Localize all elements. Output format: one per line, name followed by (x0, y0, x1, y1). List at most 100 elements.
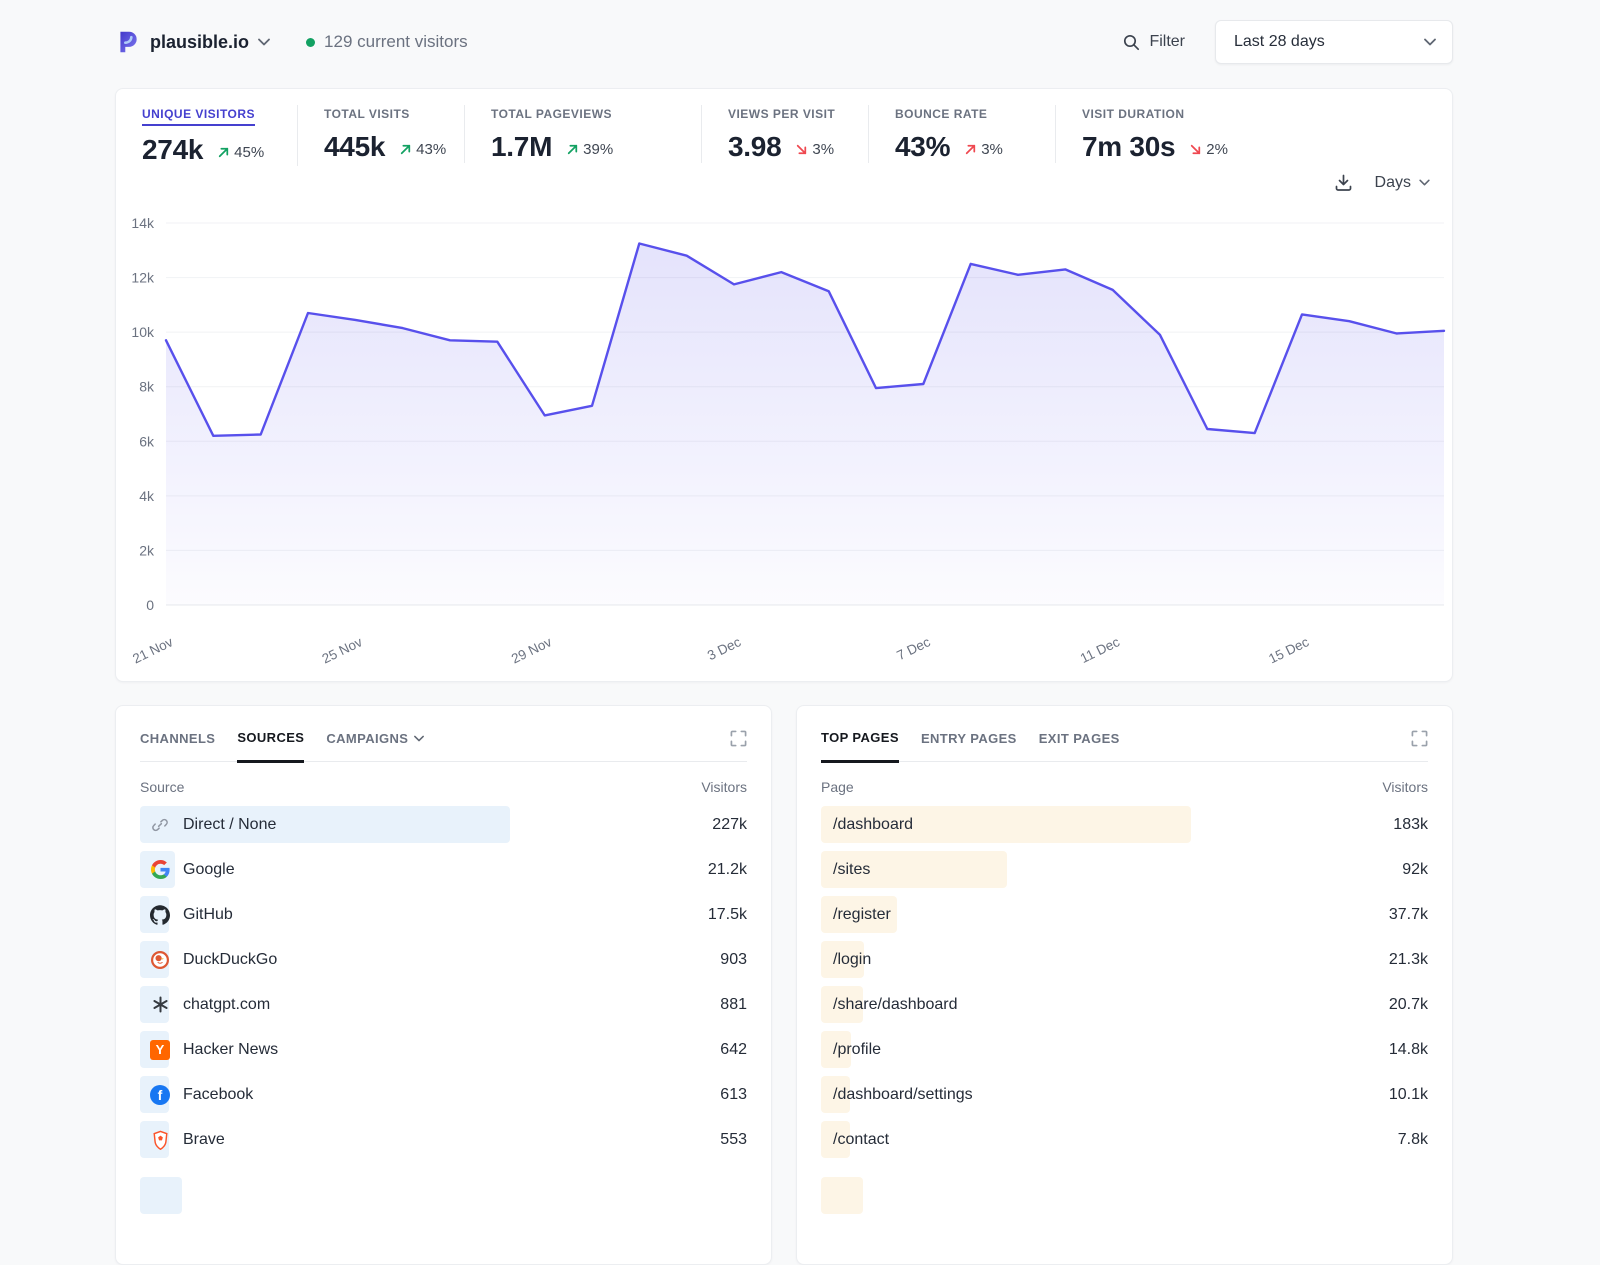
svg-text:8k: 8k (139, 379, 155, 395)
row-visitors: 553 (720, 1131, 747, 1149)
metric-stat[interactable]: BOUNCE RATE 43% 3% (895, 105, 1056, 163)
row-label: /profile (833, 1041, 881, 1059)
top-bar: plausible.io 129 current visitors Filter… (115, 20, 1453, 64)
pages-panel: TOP PAGES ENTRY PAGES EXIT PAGES Page Visi… (796, 705, 1453, 1265)
dimension-column-label: Source (140, 779, 184, 795)
breakdown-row-partial (821, 1177, 1428, 1214)
chevron-down-icon (258, 38, 270, 46)
svg-text:10k: 10k (131, 324, 155, 340)
stat-change-percent: 3% (981, 141, 1003, 158)
expand-icon[interactable] (1411, 730, 1428, 761)
breakdown-row[interactable]: Google 21.2k (140, 851, 747, 888)
current-visitors-label: 129 current visitors (324, 32, 468, 52)
sources-panel: CHANNELSSOURCESCAMPAIGNS Source Visitors… (115, 705, 772, 1265)
duckduckgo-icon (150, 950, 170, 970)
breakdown-row[interactable]: /dashboard 183k (821, 806, 1428, 843)
plausible-logo-icon (115, 29, 141, 55)
row-label: /share/dashboard (833, 996, 958, 1014)
expand-icon[interactable] (730, 730, 747, 761)
breakdown-row[interactable]: Direct / None 227k (140, 806, 747, 843)
current-visitors[interactable]: 129 current visitors (306, 32, 468, 52)
row-bar (821, 1177, 863, 1214)
row-bar (140, 1177, 182, 1214)
breakdown-row[interactable]: /login 21.3k (821, 941, 1428, 978)
breakdown-row[interactable]: chatgpt.com 881 (140, 986, 747, 1023)
row-visitors: 14.8k (1389, 1041, 1428, 1059)
dimension-column-label: Page (821, 779, 854, 795)
row-visitors: 37.7k (1389, 906, 1428, 924)
breakdown-row[interactable]: /dashboard/settings 10.1k (821, 1076, 1428, 1113)
pages-tabs-row: TOP PAGES ENTRY PAGES EXIT PAGES (821, 730, 1428, 762)
breakdown-row[interactable]: DuckDuckGo 903 (140, 941, 747, 978)
site-name: plausible.io (150, 32, 249, 53)
breakdown-row[interactable]: /profile 14.8k (821, 1031, 1428, 1068)
visitors-chart[interactable]: 02k4k6k8k10k12k14k21 Nov25 Nov29 Nov3 De… (128, 191, 1448, 666)
row-visitors: 613 (720, 1086, 747, 1104)
tab-entry-pages[interactable]: ENTRY PAGES (921, 730, 1017, 761)
tab-channels[interactable]: CHANNELS (140, 730, 215, 761)
breakdown-row[interactable]: GitHub 17.5k (140, 896, 747, 933)
live-dot-icon (306, 38, 315, 47)
stat-change-percent: 2% (1206, 141, 1228, 158)
tab-top-pages[interactable]: TOP PAGES (821, 730, 899, 763)
row-label: Direct / None (183, 816, 276, 834)
row-label: Brave (183, 1131, 225, 1149)
pages-column-headers: Page Visitors (821, 779, 1428, 795)
stat-label: BOUNCE RATE (895, 107, 987, 121)
metric-stat[interactable]: TOTAL PAGEVIEWS 1.7M 39% (491, 105, 702, 163)
hackernews-icon: Y (150, 1040, 170, 1060)
metric-column-label: Visitors (1382, 779, 1428, 795)
row-label: chatgpt.com (183, 996, 270, 1014)
arrow-up-right-icon (399, 143, 412, 156)
stat-change-percent: 45% (234, 144, 264, 161)
metric-stat[interactable]: VISIT DURATION 7m 30s 2% (1082, 105, 1254, 163)
chatgpt-icon (150, 995, 170, 1015)
breakdown-row[interactable]: f Facebook 613 (140, 1076, 747, 1113)
filter-label: Filter (1149, 33, 1185, 51)
svg-text:0: 0 (146, 597, 154, 613)
dashboard-page: plausible.io 129 current visitors Filter… (115, 0, 1453, 1265)
stat-label: TOTAL PAGEVIEWS (491, 107, 612, 121)
stat-label: UNIQUE VISITORS (142, 107, 255, 126)
breakdown-row[interactable]: /share/dashboard 20.7k (821, 986, 1428, 1023)
metric-stat[interactable]: TOTAL VISITS 445k 43% (324, 105, 465, 163)
breakdown-row[interactable]: /register 37.7k (821, 896, 1428, 933)
date-range-selector[interactable]: Last 28 days (1215, 20, 1453, 64)
stat-value: 7m 30s (1082, 131, 1175, 163)
row-label: DuckDuckGo (183, 951, 277, 969)
brave-icon (150, 1130, 170, 1150)
row-label: /contact (833, 1131, 889, 1149)
top-bar-left: plausible.io 129 current visitors (115, 29, 468, 55)
arrow-up-right-icon (964, 143, 977, 156)
row-visitors: 881 (720, 996, 747, 1014)
breakdown-row[interactable]: /sites 92k (821, 851, 1428, 888)
breakdown-row[interactable]: Y Hacker News 642 (140, 1031, 747, 1068)
arrow-up-right-icon (566, 143, 579, 156)
tab-label: TOP PAGES (821, 730, 899, 745)
stat-label: TOTAL VISITS (324, 107, 410, 121)
download-icon[interactable] (1334, 173, 1353, 192)
stat-value: 274k (142, 134, 203, 166)
tab-campaigns[interactable]: CAMPAIGNS (326, 730, 424, 761)
tab-sources[interactable]: SOURCES (237, 730, 304, 763)
tab-exit-pages[interactable]: EXIT PAGES (1039, 730, 1120, 761)
row-label: Google (183, 861, 235, 879)
row-visitors: 183k (1393, 816, 1428, 834)
interval-dropdown[interactable]: Days (1375, 174, 1430, 192)
breakdown-panels: CHANNELS SOURCES CAMPAIGNS Source Visitors… (115, 705, 1453, 1265)
metric-stat[interactable]: VIEWS PER VISIT 3.98 3% (728, 105, 869, 163)
metric-stat[interactable]: UNIQUE VISITORS 274k 45% (142, 105, 298, 166)
breakdown-row[interactable]: /contact 7.8k (821, 1121, 1428, 1158)
breakdown-row[interactable]: Brave 553 (140, 1121, 747, 1158)
stat-value: 3.98 (728, 131, 781, 163)
row-label: GitHub (183, 906, 233, 924)
row-visitors: 21.2k (708, 861, 747, 879)
stat-change-percent: 3% (812, 141, 834, 158)
filter-button[interactable]: Filter (1123, 33, 1185, 51)
svg-text:29 Nov: 29 Nov (509, 634, 554, 666)
svg-text:15 Dec: 15 Dec (1266, 634, 1311, 666)
row-visitors: 642 (720, 1041, 747, 1059)
site-switcher[interactable]: plausible.io (115, 29, 270, 55)
stat-value: 43% (895, 131, 950, 163)
svg-text:25 Nov: 25 Nov (320, 634, 365, 666)
